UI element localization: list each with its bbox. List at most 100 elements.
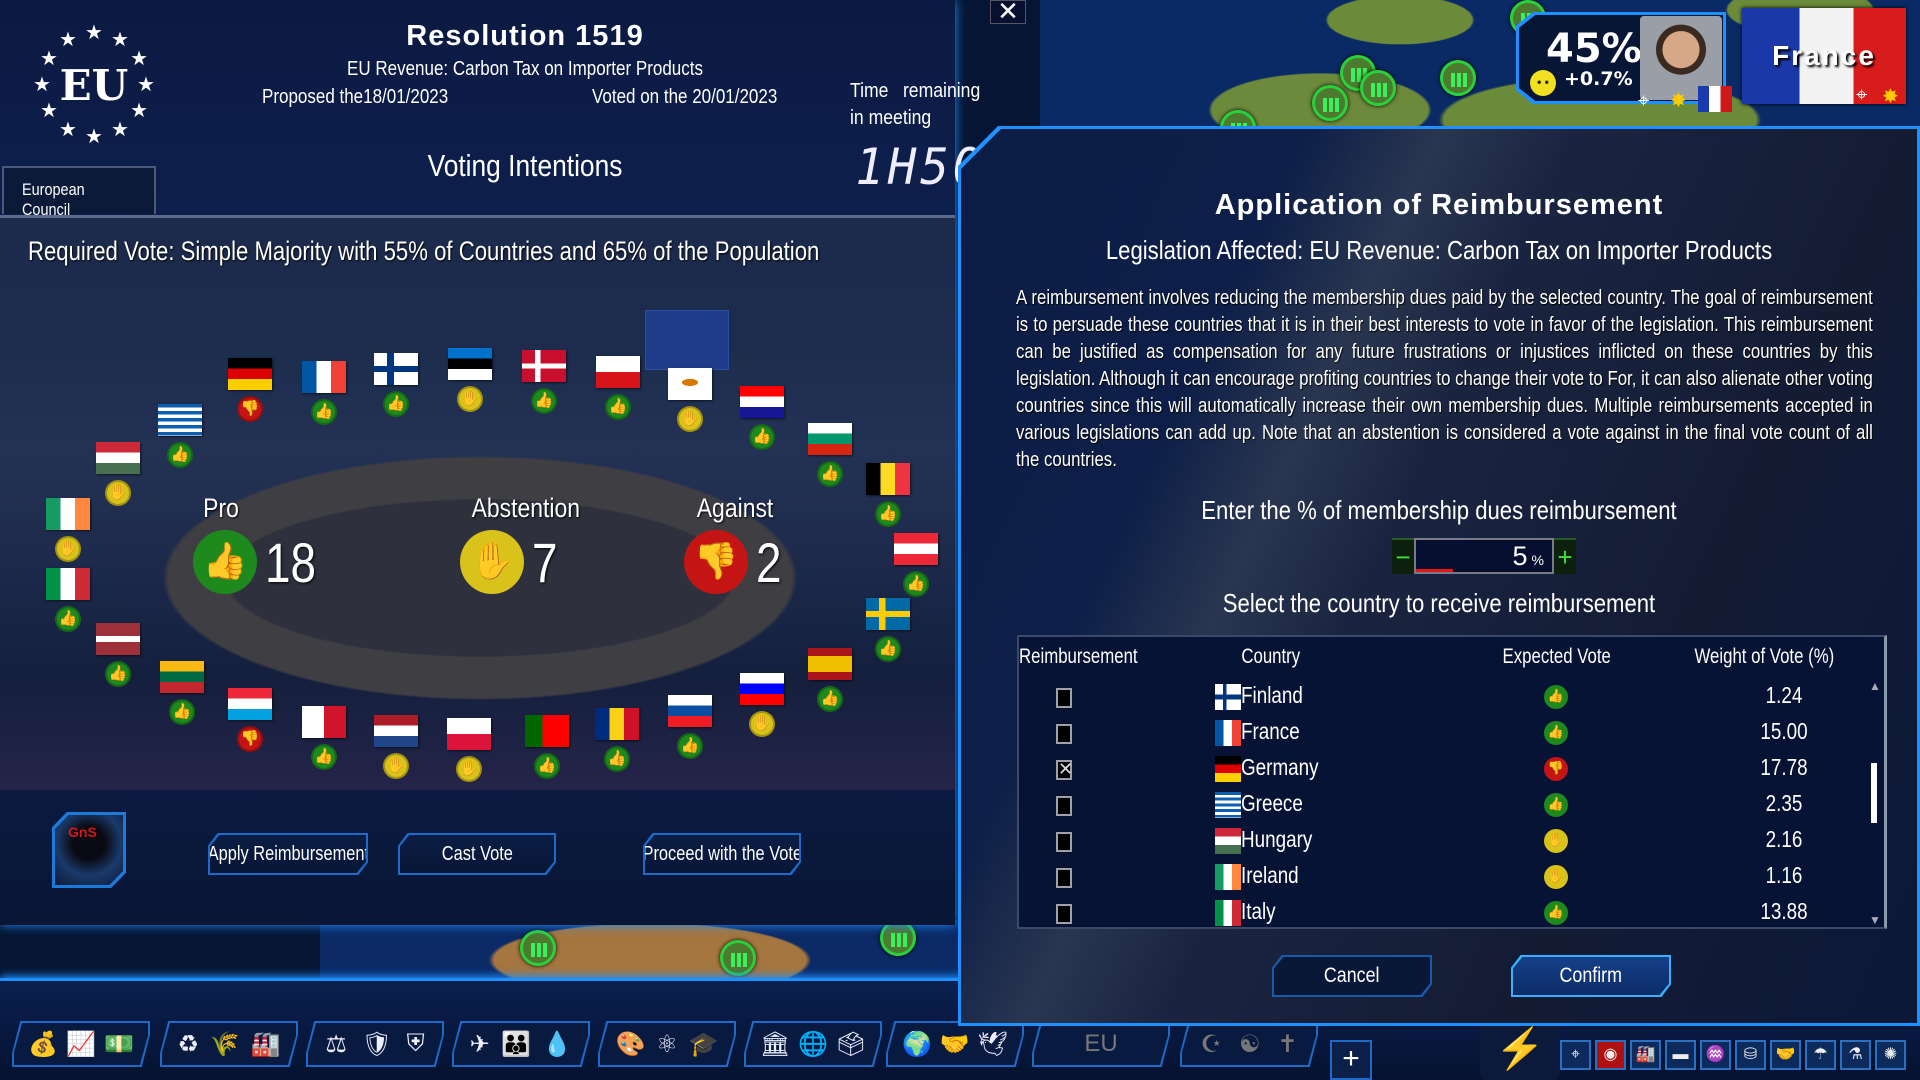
crosshair-icon[interactable]: ⌖: [1638, 90, 1649, 113]
environment-industry-icon[interactable]: 🌾: [210, 1030, 240, 1059]
mini-tool-icon[interactable]: ⛁: [1735, 1040, 1766, 1070]
mini-tool-icon[interactable]: ☂: [1805, 1040, 1836, 1070]
economy-icon[interactable]: 💰: [28, 1030, 58, 1059]
chamber-flag-italy[interactable]: [46, 568, 90, 600]
secret-service-button[interactable]: GnS: [52, 812, 126, 888]
explosion-icon[interactable]: ✸: [1882, 84, 1899, 109]
environment-industry-icon[interactable]: ♻: [177, 1030, 199, 1059]
reimbursement-checkbox[interactable]: ✕: [1056, 760, 1073, 780]
chamber-flag-sweden[interactable]: [866, 598, 910, 630]
table-row[interactable]: Finland 👍 1.24: [1019, 679, 1859, 715]
culture-science-education-icon[interactable]: ⚛: [656, 1030, 678, 1059]
chamber-flag-cyprus[interactable]: [668, 368, 712, 400]
economy-icon[interactable]: 📈: [66, 1030, 96, 1059]
transport-population-health-icon[interactable]: 💧: [542, 1030, 572, 1059]
reimbursement-checkbox[interactable]: [1056, 688, 1072, 708]
scroll-up-arrow[interactable]: ▲: [1869, 679, 1881, 693]
mini-tool-icon[interactable]: ◉: [1595, 1040, 1626, 1070]
column-header-reimbursement[interactable]: Reimbursement: [1019, 645, 1138, 669]
crosshair-icon[interactable]: ⌖: [1856, 84, 1867, 107]
city-marker[interactable]: [880, 920, 916, 956]
chamber-flag-romania[interactable]: [595, 708, 639, 740]
city-marker[interactable]: [720, 940, 756, 976]
international-icon[interactable]: 🤝: [940, 1030, 970, 1059]
mini-tool-icon[interactable]: 🏭: [1630, 1040, 1661, 1070]
religion-icon[interactable]: ✝: [1277, 1030, 1297, 1059]
transport-population-health-icon[interactable]: ✈: [470, 1030, 490, 1059]
tab-european-council[interactable]: European Council: [2, 166, 156, 219]
chamber-flag-malta[interactable]: [302, 706, 346, 738]
scrollbar-thumb[interactable]: [1871, 763, 1877, 823]
close-button[interactable]: ✕: [990, 0, 1026, 24]
chamber-flag-netherlands[interactable]: [374, 715, 418, 747]
chamber-flag-bulgaria[interactable]: [808, 423, 852, 455]
table-row[interactable]: ✕ Germany 👎 17.78: [1019, 751, 1859, 787]
chamber-flag-latvia[interactable]: [96, 623, 140, 655]
city-marker[interactable]: [1440, 60, 1476, 96]
religion-icon[interactable]: ☪: [1200, 1030, 1222, 1059]
explosion-icon[interactable]: ✸: [1670, 88, 1687, 113]
chamber-flag-croatia[interactable]: [740, 386, 784, 418]
mini-tool-icon[interactable]: ⌖: [1560, 1040, 1591, 1070]
chamber-flag-belgium[interactable]: [866, 463, 910, 495]
table-row[interactable]: Italy 👍 13.88: [1019, 895, 1859, 931]
chamber-flag-portugal[interactable]: [525, 715, 569, 747]
city-marker[interactable]: [520, 930, 556, 966]
chamber-flag-slovenia[interactable]: [740, 673, 784, 705]
institutions-diplomacy-elections-icon[interactable]: 🗳: [836, 1030, 866, 1059]
cast-vote-button[interactable]: Cast Vote: [398, 833, 556, 875]
chamber-flag-finland[interactable]: [374, 353, 418, 385]
justice-military-police-icon[interactable]: ⚖: [325, 1030, 347, 1059]
add-button[interactable]: +: [1330, 1040, 1372, 1080]
religion-icon[interactable]: ☯: [1239, 1030, 1261, 1059]
chamber-flag-ireland[interactable]: [46, 498, 90, 530]
chamber-flag-luxembourg[interactable]: [228, 688, 272, 720]
chamber-flag-hungary[interactable]: [96, 442, 140, 474]
global-strategy-icon[interactable]: ⚡: [1480, 1018, 1560, 1080]
reimbursement-input[interactable]: 5%: [1414, 538, 1554, 574]
chamber-flag-greece[interactable]: [158, 404, 202, 436]
table-row[interactable]: Ireland ✋ 1.16: [1019, 859, 1859, 895]
confirm-button[interactable]: Confirm: [1511, 955, 1671, 997]
apply-reimbursement-button[interactable]: Apply Reimbursement: [208, 833, 368, 875]
decrease-button[interactable]: −: [1392, 538, 1414, 574]
increase-button[interactable]: +: [1554, 538, 1576, 574]
international-icon[interactable]: 🕊: [978, 1030, 1008, 1059]
chamber-flag-germany[interactable]: [228, 358, 272, 390]
chamber-flag-spain[interactable]: [808, 648, 852, 680]
city-marker[interactable]: [1360, 70, 1396, 106]
column-header-weight[interactable]: Weight of Vote (%): [1694, 645, 1834, 669]
reimbursement-checkbox[interactable]: [1056, 868, 1072, 888]
chamber-flag-poland[interactable]: [447, 718, 491, 750]
mini-tool-icon[interactable]: ♒: [1700, 1040, 1731, 1070]
chamber-flag-estonia[interactable]: [448, 348, 492, 380]
environment-industry-icon[interactable]: 🏭: [251, 1030, 281, 1059]
chamber-flag-austria[interactable]: [894, 533, 938, 565]
table-row[interactable]: Greece 👍 2.35: [1019, 787, 1859, 823]
eu-icon[interactable]: EU: [1084, 1030, 1117, 1058]
proceed-vote-button[interactable]: Proceed with the Vote: [643, 833, 801, 875]
table-row[interactable]: Hungary ✋ 2.16: [1019, 823, 1859, 859]
culture-science-education-icon[interactable]: 🎓: [689, 1030, 719, 1059]
chamber-flag-denmark[interactable]: [522, 350, 566, 382]
transport-population-health-icon[interactable]: 👪: [501, 1030, 531, 1059]
mini-tool-icon[interactable]: ▬: [1665, 1040, 1696, 1070]
justice-military-police-icon[interactable]: 🛡: [362, 1030, 392, 1059]
institutions-diplomacy-elections-icon[interactable]: 🏛: [760, 1030, 790, 1059]
chamber-flag-lithuania[interactable]: [160, 661, 204, 693]
institutions-diplomacy-elections-icon[interactable]: 🌐: [798, 1030, 828, 1059]
culture-science-education-icon[interactable]: 🎨: [615, 1030, 645, 1059]
scroll-down-arrow[interactable]: ▼: [1869, 913, 1881, 927]
justice-military-police-icon[interactable]: ⛨: [407, 1030, 425, 1058]
reimbursement-checkbox[interactable]: [1056, 904, 1072, 924]
column-header-expected-vote[interactable]: Expected Vote: [1503, 645, 1611, 669]
chamber-flag-france[interactable]: [302, 361, 346, 393]
column-header-country[interactable]: Country: [1241, 645, 1300, 669]
chamber-flag-slovakia[interactable]: [668, 695, 712, 727]
reimbursement-checkbox[interactable]: [1056, 724, 1072, 744]
cancel-button[interactable]: Cancel: [1272, 955, 1432, 997]
table-row[interactable]: France 👍 15.00: [1019, 715, 1859, 751]
mini-tool-icon[interactable]: ✺: [1875, 1040, 1906, 1070]
reimbursement-checkbox[interactable]: [1056, 796, 1072, 816]
international-icon[interactable]: 🌍: [902, 1030, 932, 1059]
